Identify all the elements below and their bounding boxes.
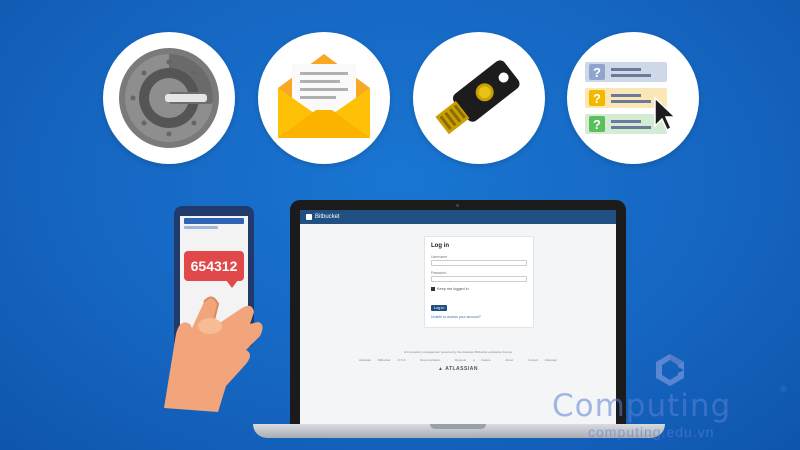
watermark-brand: Computing bbox=[552, 388, 732, 424]
remember-me[interactable]: Keep me logged in bbox=[431, 287, 527, 291]
bitbucket-navbar: Bitbucket bbox=[300, 210, 616, 224]
watermark-registered: ® bbox=[780, 384, 787, 394]
email-envelope-icon bbox=[278, 54, 370, 138]
forgot-account-link[interactable]: Unable to access your account? bbox=[431, 315, 527, 319]
google-authenticator-icon bbox=[119, 48, 219, 148]
laptop-camera bbox=[456, 204, 459, 207]
atlassian-logo: ▲ ATLASSIAN bbox=[300, 366, 616, 372]
computing-logo-icon bbox=[656, 354, 684, 386]
atlassian-label: ATLASSIAN bbox=[445, 366, 478, 372]
security-key-circle bbox=[413, 32, 545, 164]
remember-checkbox[interactable] bbox=[431, 287, 435, 291]
laptop-notch bbox=[430, 424, 486, 429]
login-form: Log in Username Password Keep me logged … bbox=[424, 236, 534, 328]
phone-subheader-bar bbox=[184, 226, 218, 229]
remember-label: Keep me logged in bbox=[437, 287, 469, 291]
login-button[interactable]: Log in bbox=[431, 305, 448, 311]
svg-text:?: ? bbox=[593, 65, 601, 80]
footer-links[interactable]: Atlassian Bitbucket v7.6.0 · Documentati… bbox=[300, 358, 616, 362]
username-input[interactable] bbox=[431, 260, 527, 266]
authenticator-circle bbox=[103, 32, 235, 164]
bitbucket-logo-icon bbox=[306, 214, 312, 220]
phone-header-bar bbox=[184, 218, 244, 224]
svg-text:?: ? bbox=[593, 91, 601, 106]
questions-circle: ? ? ? bbox=[567, 32, 699, 164]
password-input[interactable] bbox=[431, 276, 527, 282]
otp-bubble-tail bbox=[226, 280, 238, 288]
svg-text:?: ? bbox=[593, 117, 601, 132]
hand-illustration bbox=[164, 296, 263, 412]
usb-security-key-icon bbox=[435, 60, 520, 135]
security-questions-icon: ? ? ? bbox=[585, 62, 677, 134]
footer-text: Git repository management powered by the… bbox=[403, 350, 513, 354]
bitbucket-brand[interactable]: Bitbucket bbox=[315, 210, 340, 224]
login-title: Log in bbox=[431, 243, 449, 249]
email-circle bbox=[258, 32, 390, 164]
username-label: Username bbox=[431, 255, 448, 259]
otp-code-bubble: 654312 bbox=[184, 251, 244, 281]
watermark-url: computing.edu.vn bbox=[588, 424, 715, 440]
password-label: Password bbox=[431, 271, 447, 275]
